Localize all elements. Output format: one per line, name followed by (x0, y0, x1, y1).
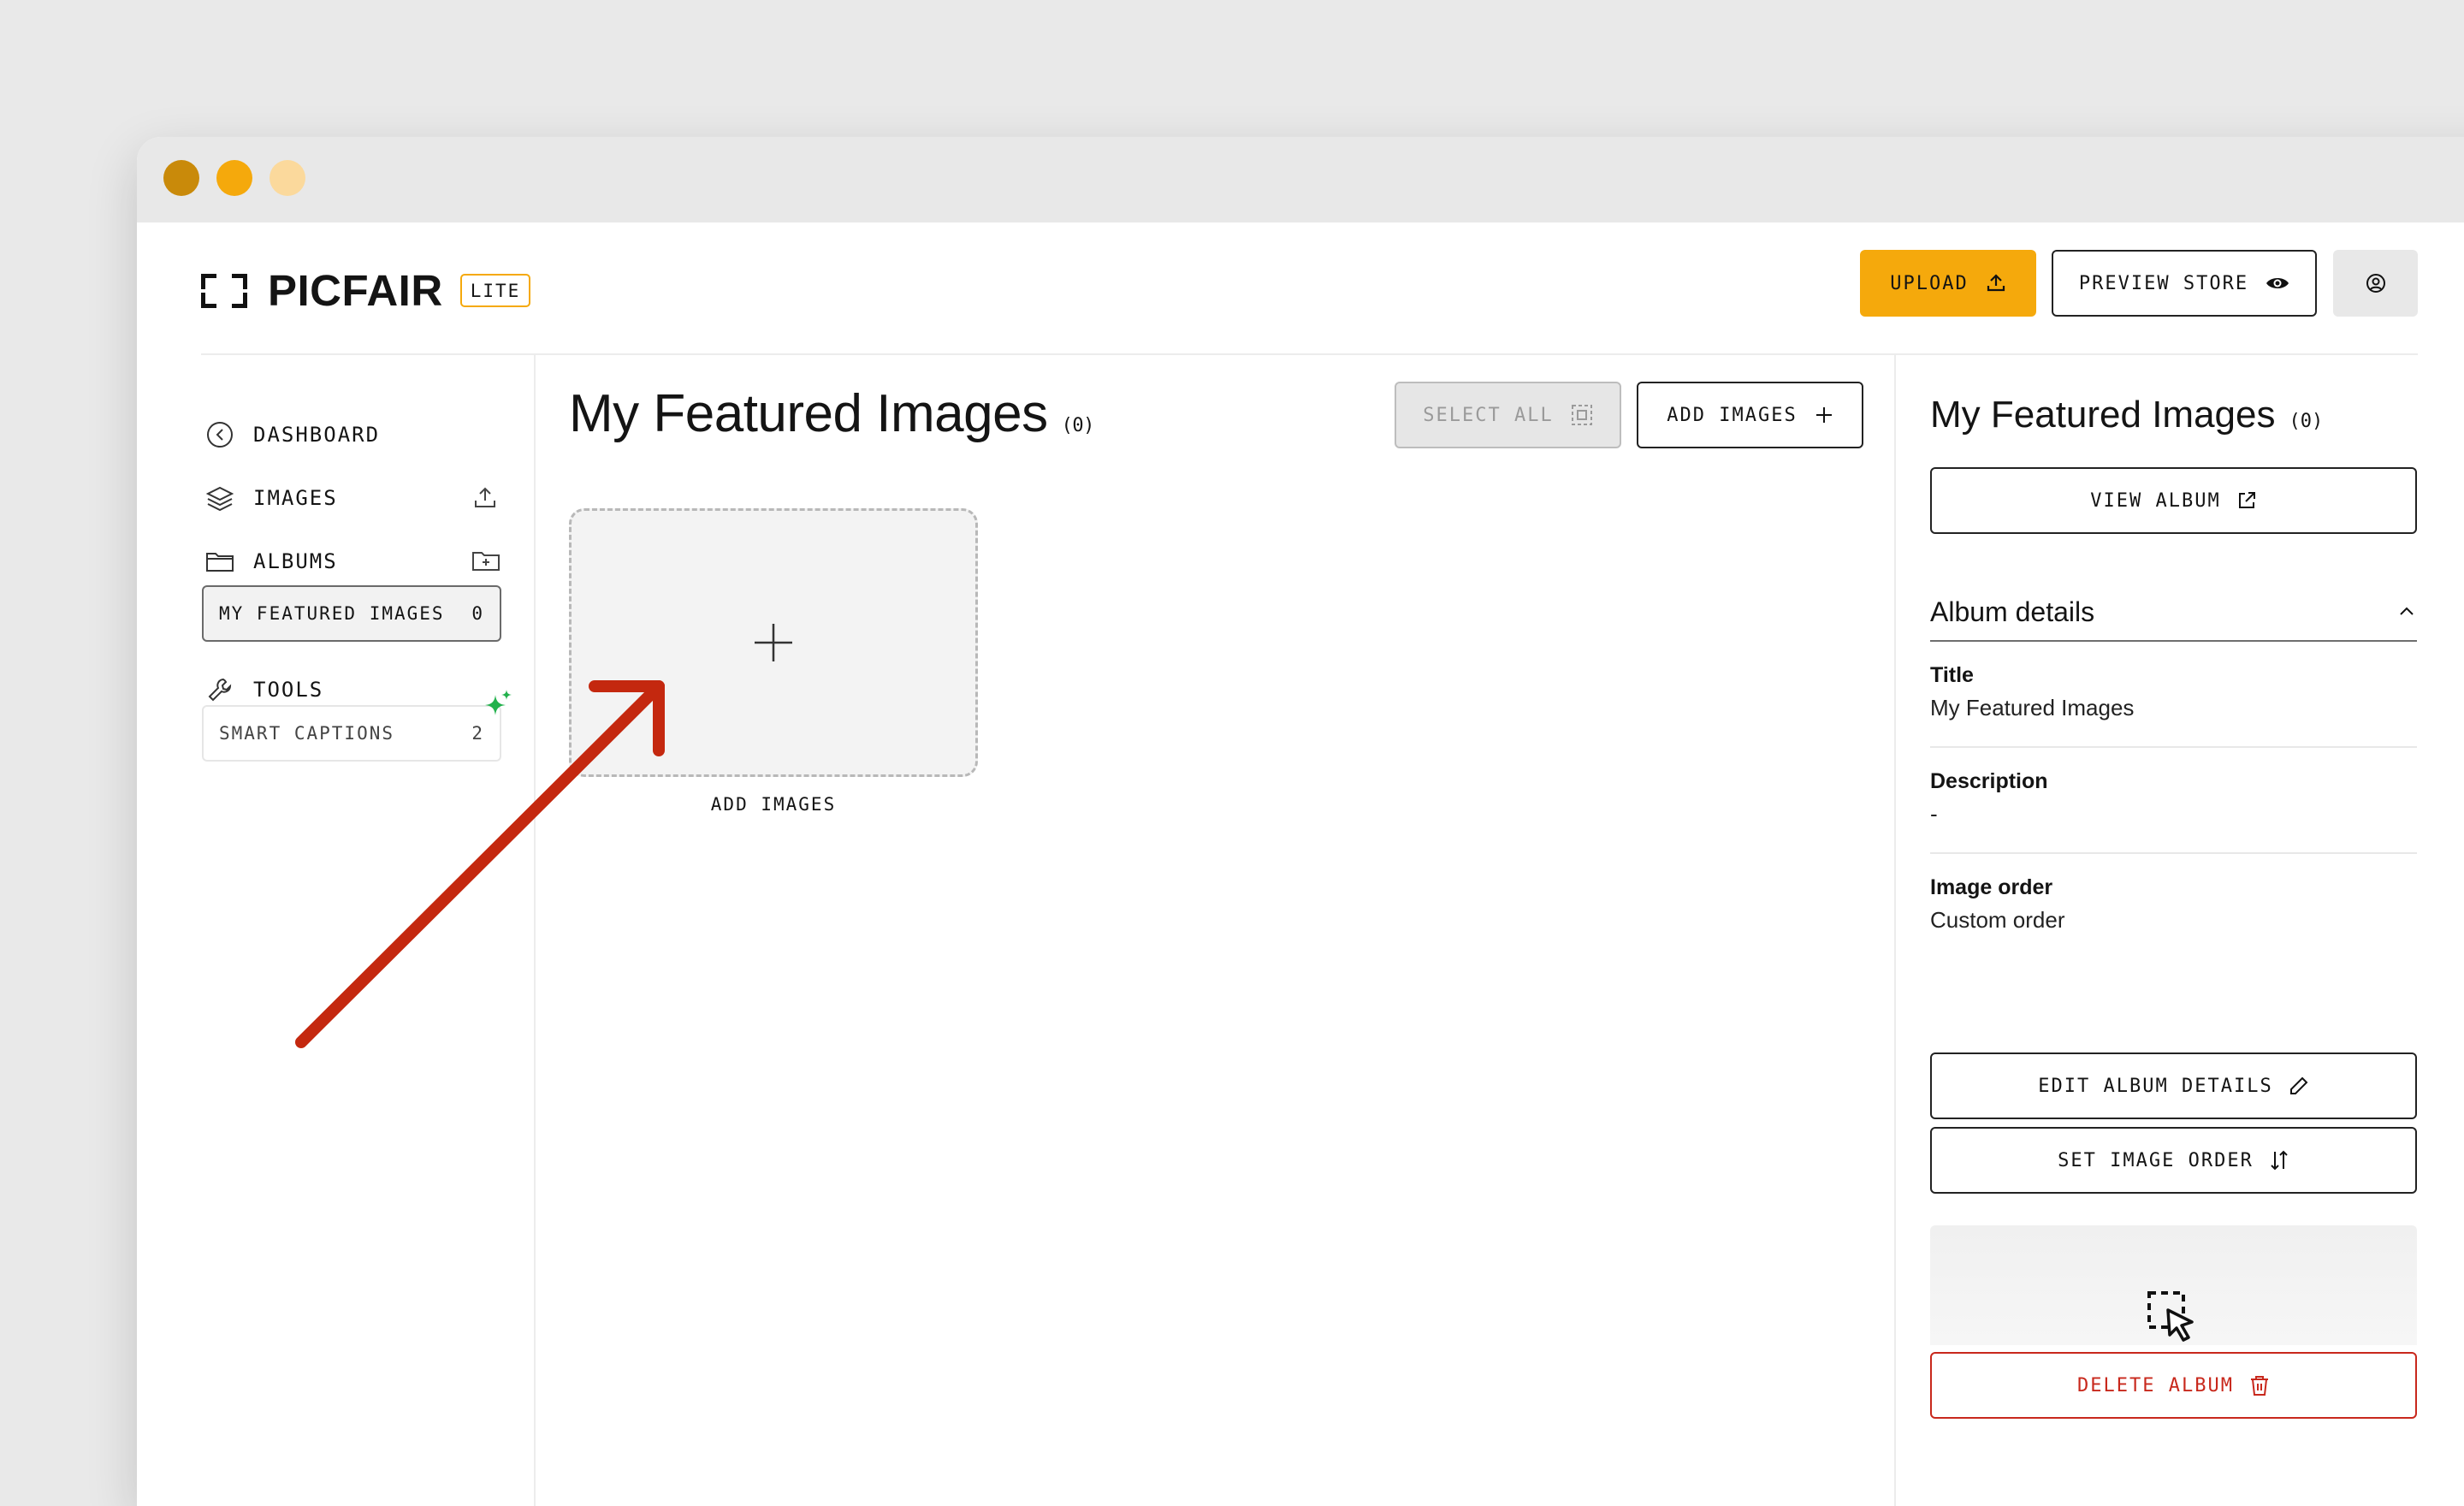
sidebar-item-label: ALBUMS (253, 549, 338, 573)
field-label: Description (1930, 769, 2048, 793)
cursor-select-icon (2147, 1291, 2194, 1342)
image-count: (0) (1061, 415, 1095, 436)
upload-button[interactable]: UPLOAD (1860, 250, 2036, 317)
account-button[interactable] (2333, 250, 2418, 317)
window-maximize-button[interactable] (270, 160, 305, 196)
preview-store-label: PREVIEW STORE (2078, 272, 2249, 294)
sidebar-item-tools[interactable]: TOOLS (205, 671, 500, 709)
trash-icon (2250, 1376, 2268, 1396)
add-images-button[interactable]: ADD IMAGES (1637, 382, 1863, 448)
window-titlebar (137, 137, 2464, 222)
sidebar-item-albums[interactable]: ALBUMS (205, 543, 500, 580)
delete-album-label: DELETE ALBUM (2077, 1374, 2234, 1396)
sidebar-item-label: TOOLS (253, 678, 324, 702)
field-value: - (1930, 801, 1938, 827)
edit-album-details-button[interactable]: EDIT ALBUM DETAILS (1930, 1052, 2417, 1119)
panel-title-text: My Featured Images (1930, 394, 2276, 436)
plus-icon (1815, 407, 1832, 423)
field-value: Custom order (1930, 907, 2065, 933)
album-title-field: Title My Featured Images (1930, 663, 2417, 721)
sort-icon (2271, 1150, 2288, 1171)
select-all-button[interactable]: SELECT ALL (1395, 382, 1621, 448)
field-value: My Featured Images (1930, 695, 2135, 720)
album-details-toggle[interactable]: Album details (1930, 584, 2417, 642)
sidebar-item-label: IMAGES (253, 486, 338, 510)
chevron-up-icon (2400, 607, 2414, 615)
brand-name: PICFAIR (268, 266, 443, 315)
panel-title: My Featured Images (0) (1930, 394, 2323, 436)
plus-icon (755, 624, 792, 661)
field-label: Image order (1930, 875, 2053, 899)
album-item-count: 0 (471, 603, 484, 624)
select-all-label: SELECT ALL (1423, 404, 1554, 426)
pencil-icon (2289, 1076, 2308, 1094)
field-divider (1930, 746, 2417, 748)
edit-album-label: EDIT ALBUM DETAILS (2038, 1075, 2273, 1097)
app-window: PICFAIR LITE UPLOAD PREVIEW STORE DASHBO… (137, 137, 2464, 1506)
arrow-left-circle-icon (205, 420, 234, 449)
frame-logo-icon (201, 273, 247, 308)
folder-icon (205, 547, 234, 576)
select-all-icon (1571, 405, 1592, 425)
dropzone-label: ADD IMAGES (710, 794, 837, 815)
add-images-dropzone[interactable] (569, 508, 978, 777)
tool-item-label: SMART CAPTIONS (219, 723, 395, 744)
album-description-field: Description - (1930, 769, 2417, 827)
preview-store-button[interactable]: PREVIEW STORE (2052, 250, 2317, 317)
sidebar-item-dashboard[interactable]: DASHBOARD (205, 416, 500, 454)
add-images-label: ADD IMAGES (1667, 404, 1798, 426)
layers-icon (205, 483, 234, 513)
set-image-order-button[interactable]: SET IMAGE ORDER (1930, 1127, 2417, 1194)
brand-logo[interactable]: PICFAIR LITE (201, 265, 531, 316)
album-item-label: MY FEATURED IMAGES (219, 603, 445, 624)
plan-badge: LITE (459, 274, 531, 307)
upload-button-label: UPLOAD (1890, 272, 1969, 294)
sidebar-divider (534, 355, 536, 1506)
field-label: Title (1930, 663, 1974, 687)
album-item-my-featured-images[interactable]: MY FEATURED IMAGES 0 (202, 585, 501, 642)
wrench-icon (205, 675, 234, 704)
album-image-order-field: Image order Custom order (1930, 875, 2417, 934)
page-title-text: My Featured Images (569, 384, 1048, 443)
folder-add-icon[interactable] (471, 547, 500, 576)
sidebar-item-label: DASHBOARD (253, 423, 381, 447)
set-image-order-label: SET IMAGE ORDER (2058, 1149, 2254, 1171)
eye-icon (2266, 278, 2289, 288)
user-circle-icon (2366, 274, 2385, 293)
window-minimize-button[interactable] (216, 160, 252, 196)
panel-divider (1894, 355, 1896, 1506)
sparkle-icon (485, 690, 512, 715)
upload-icon (1987, 274, 2005, 292)
field-divider (1930, 852, 2417, 854)
album-details-heading: Album details (1930, 596, 2095, 627)
page-title: My Featured Images (0) (569, 383, 1094, 444)
view-album-button[interactable]: VIEW ALBUM (1930, 467, 2417, 534)
external-link-icon (2238, 492, 2255, 508)
upload-icon[interactable] (471, 483, 500, 513)
tool-item-count: 2 (471, 723, 484, 744)
view-album-label: VIEW ALBUM (2090, 489, 2221, 512)
panel-image-count: (0) (2289, 411, 2324, 432)
delete-album-button[interactable]: DELETE ALBUM (1930, 1352, 2417, 1419)
window-close-button[interactable] (163, 160, 199, 196)
tool-item-smart-captions[interactable]: SMART CAPTIONS 2 (202, 705, 501, 762)
sidebar-item-images[interactable]: IMAGES (205, 479, 500, 517)
